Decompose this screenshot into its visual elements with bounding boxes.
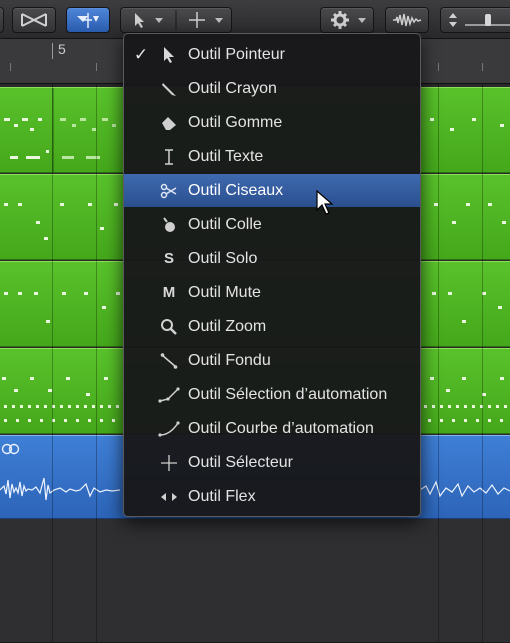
menu-item-label: Outil Ciseaux	[188, 181, 284, 199]
automation-curve-icon	[157, 417, 181, 441]
scissors-icon	[157, 179, 181, 203]
bar-number: 5	[58, 41, 66, 57]
fade-icon	[157, 349, 181, 373]
menu-item-fade-tool[interactable]: Outil Fondu	[124, 344, 420, 377]
menu-item-mute-tool[interactable]: M Outil Mute	[124, 276, 420, 309]
menu-item-label: Outil Mute	[188, 283, 261, 301]
menu-item-label: Outil Sélection d’automation	[188, 385, 388, 403]
tool-menu: ✓ Outil Pointeur Outil Crayon Outil Gomm…	[123, 33, 421, 517]
waveform-icon	[393, 13, 422, 27]
settings-menu-button[interactable]	[320, 7, 374, 33]
pointer-tool-icon	[135, 10, 223, 30]
solo-icon: S	[163, 250, 174, 267]
waveform-zoom-button[interactable]	[385, 7, 429, 33]
flex-icon	[157, 485, 181, 509]
menu-item-eraser-tool[interactable]: Outil Gomme	[124, 106, 420, 139]
menu-item-automation-select-tool[interactable]: Outil Sélection d’automation	[124, 378, 420, 411]
crossfade-tool-icon	[21, 13, 47, 27]
empty-lane	[0, 518, 510, 643]
menu-item-label: Outil Zoom	[188, 317, 267, 335]
pencil-icon	[157, 77, 181, 101]
menu-item-label: Outil Fondu	[188, 351, 271, 369]
mute-icon: M	[162, 284, 176, 301]
magnifier-icon	[157, 315, 181, 339]
menu-item-label: Outil Crayon	[188, 79, 277, 97]
zoom-slider-icon	[449, 13, 510, 27]
menu-item-zoom-tool[interactable]: Outil Zoom	[124, 310, 420, 343]
menu-item-marquee-tool[interactable]: Outil Sélecteur	[124, 446, 420, 479]
glue-icon	[157, 213, 181, 237]
menu-item-label: Outil Solo	[188, 249, 258, 267]
menu-item-label: Outil Colle	[188, 215, 262, 233]
marquee-tool-icon	[77, 13, 99, 28]
menu-item-label: Outil Texte	[188, 147, 264, 165]
gear-icon	[331, 11, 366, 29]
text-cursor-icon	[157, 145, 181, 169]
zoom-slider[interactable]	[440, 7, 510, 33]
menu-item-label: Outil Sélecteur	[188, 453, 293, 471]
menu-item-text-tool[interactable]: Outil Texte	[124, 140, 420, 173]
mouse-cursor-icon	[316, 190, 334, 215]
menu-item-pointer-tool[interactable]: ✓ Outil Pointeur	[124, 38, 420, 71]
checkmark-icon: ✓	[133, 44, 149, 64]
menu-item-label: Outil Flex	[188, 487, 256, 505]
crossfade-tool-button[interactable]	[12, 7, 56, 33]
menu-item-label: Outil Gomme	[188, 113, 283, 131]
menu-item-scissors-tool[interactable]: Outil Ciseaux	[124, 174, 420, 207]
menu-item-flex-tool[interactable]: Outil Flex	[124, 480, 420, 513]
toolbar-edge-button[interactable]	[0, 7, 4, 33]
pointer-icon	[157, 43, 181, 67]
marquee-tool-button[interactable]	[66, 7, 110, 33]
menu-item-pencil-tool[interactable]: Outil Crayon	[124, 72, 420, 105]
menu-item-automation-curve-tool[interactable]: Outil Courbe d’automation	[124, 412, 420, 445]
automation-select-icon	[157, 383, 181, 407]
tool-selector-group[interactable]	[120, 7, 232, 33]
menu-item-label: Outil Courbe d’automation	[188, 419, 374, 437]
eraser-icon	[157, 111, 181, 135]
crosshair-icon	[157, 451, 181, 475]
menu-item-label: Outil Pointeur	[188, 45, 285, 63]
menu-item-solo-tool[interactable]: S Outil Solo	[124, 242, 420, 275]
menu-item-glue-tool[interactable]: Outil Colle	[124, 208, 420, 241]
